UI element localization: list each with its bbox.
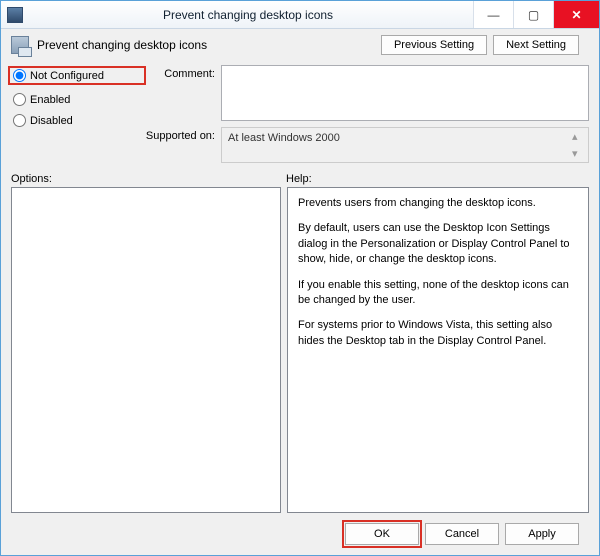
maximize-button[interactable]: ▢	[513, 1, 553, 28]
comment-textarea[interactable]	[221, 65, 589, 121]
comment-row: Comment:	[141, 65, 589, 121]
footer: OK Cancel Apply	[11, 513, 589, 555]
nav-buttons: Previous Setting Next Setting	[381, 35, 589, 55]
dialog-window: Prevent changing desktop icons — ▢ ✕ Pre…	[0, 0, 600, 556]
previous-setting-button[interactable]: Previous Setting	[381, 35, 487, 55]
policy-icon	[11, 36, 29, 54]
close-button[interactable]: ✕	[553, 1, 599, 28]
help-label: Help:	[286, 173, 312, 185]
state-radios: Not Configured Enabled Disabled	[11, 65, 141, 163]
radio-enabled[interactable]: Enabled	[13, 93, 141, 106]
comment-label: Comment:	[141, 65, 221, 80]
supported-text: At least Windows 2000 ▴▾	[221, 127, 589, 163]
options-panel	[11, 187, 281, 513]
help-panel: Prevents users from changing the desktop…	[287, 187, 589, 513]
window-title: Prevent changing desktop icons	[23, 8, 473, 22]
supported-label: Supported on:	[141, 127, 221, 142]
radio-disabled[interactable]: Disabled	[13, 114, 141, 127]
cancel-button[interactable]: Cancel	[425, 523, 499, 545]
minimize-button[interactable]: —	[473, 1, 513, 28]
radio-enabled-input[interactable]	[13, 93, 26, 106]
titlebar: Prevent changing desktop icons — ▢ ✕	[1, 1, 599, 29]
help-p4: For systems prior to Windows Vista, this…	[298, 318, 578, 349]
help-p1: Prevents users from changing the desktop…	[298, 196, 578, 211]
radio-not-configured[interactable]: Not Configured	[8, 66, 146, 85]
radio-not-configured-label: Not Configured	[30, 70, 104, 82]
form-column: Comment: Supported on: At least Windows …	[141, 65, 589, 163]
policy-name: Prevent changing desktop icons	[37, 38, 207, 52]
config-row: Not Configured Enabled Disabled Comment:	[11, 65, 589, 163]
options-label: Options:	[11, 173, 286, 185]
supported-row: Supported on: At least Windows 2000 ▴▾	[141, 127, 589, 163]
radio-disabled-input[interactable]	[13, 114, 26, 127]
app-icon	[7, 7, 23, 23]
next-setting-button[interactable]: Next Setting	[493, 35, 579, 55]
ok-highlight: OK	[342, 520, 422, 548]
apply-button[interactable]: Apply	[505, 523, 579, 545]
supported-value: At least Windows 2000	[228, 132, 340, 144]
radio-disabled-label: Disabled	[30, 115, 73, 127]
radio-enabled-label: Enabled	[30, 94, 70, 106]
help-p2: By default, users can use the Desktop Ic…	[298, 221, 578, 267]
radio-not-configured-input[interactable]	[13, 69, 26, 82]
subtitle-row: Prevent changing desktop icons Previous …	[1, 29, 599, 61]
supported-scroll: ▴▾	[572, 130, 586, 160]
help-p3: If you enable this setting, none of the …	[298, 278, 578, 309]
panels: Prevents users from changing the desktop…	[11, 187, 589, 513]
middle-labels: Options: Help:	[11, 173, 589, 185]
ok-button[interactable]: OK	[345, 523, 419, 545]
dialog-body: Not Configured Enabled Disabled Comment:	[1, 61, 599, 555]
window-controls: — ▢ ✕	[473, 1, 599, 28]
